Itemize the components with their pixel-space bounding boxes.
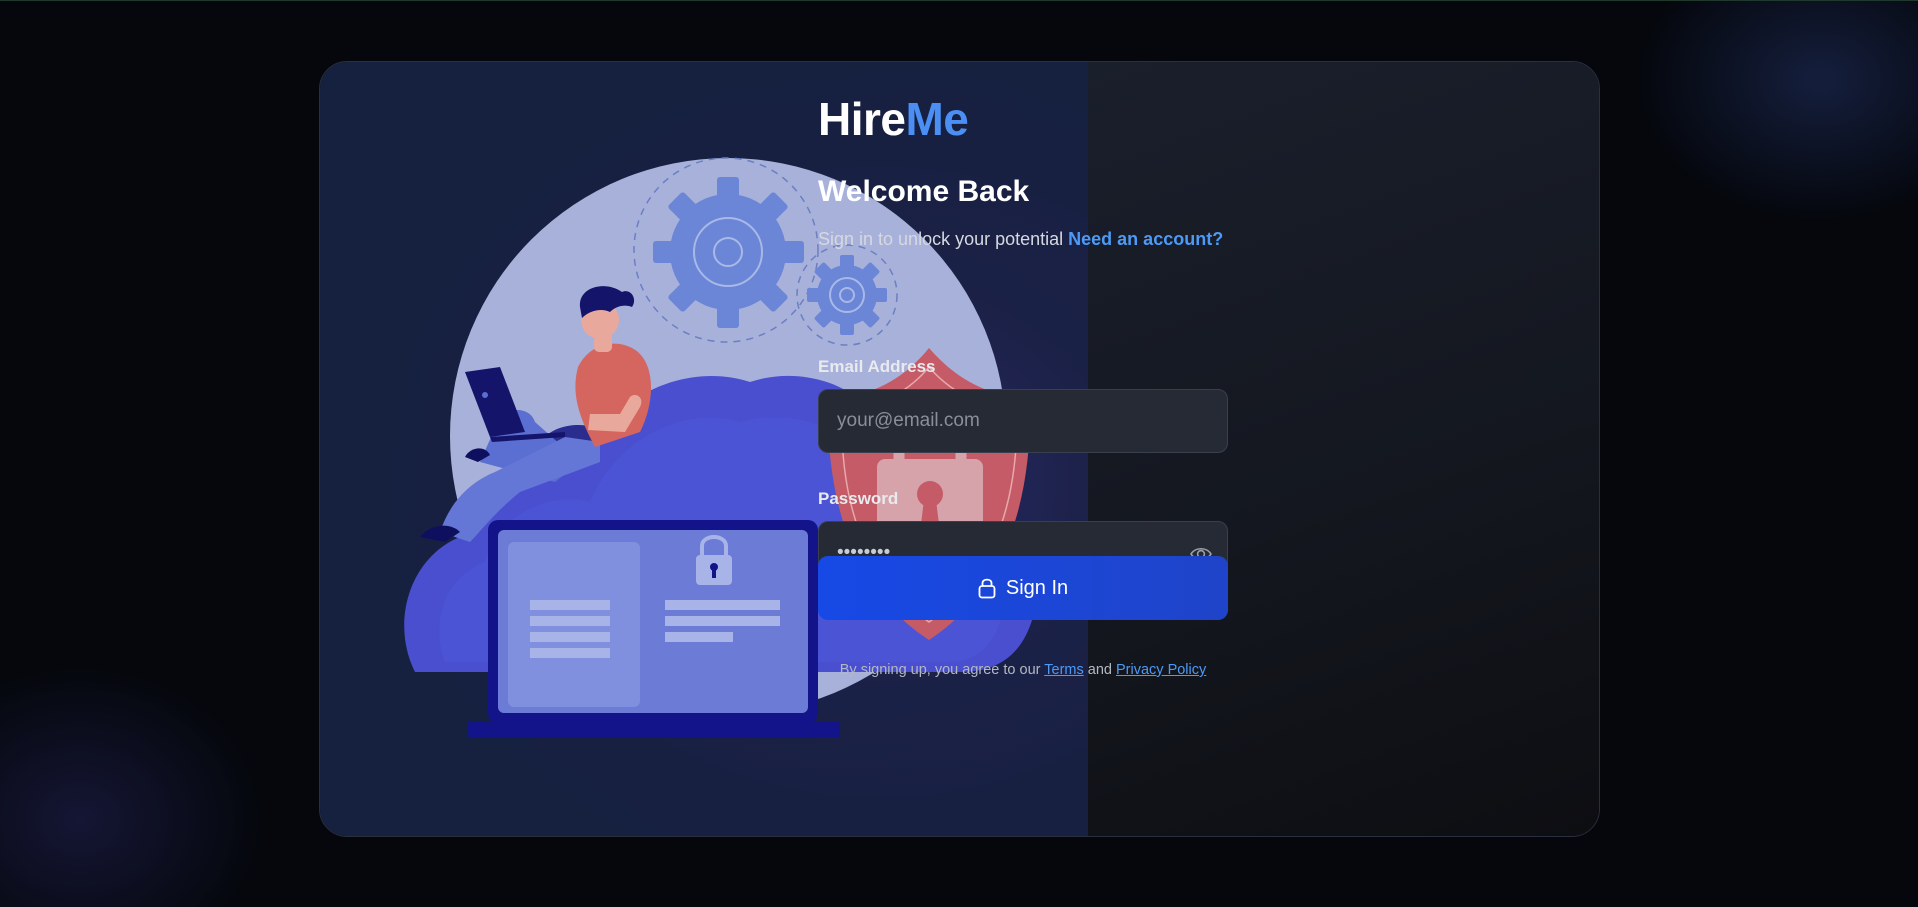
- email-field-container: [818, 389, 1228, 453]
- sign-in-button[interactable]: Sign In: [818, 556, 1228, 620]
- legal-notice: By signing up, you agree to our Terms an…: [818, 662, 1228, 678]
- register-link[interactable]: Need an account?: [1068, 229, 1223, 249]
- legal-and: and: [1087, 662, 1112, 678]
- brand-name-part1: Hire: [818, 93, 906, 145]
- email-label: Email Address: [818, 357, 936, 376]
- email-field[interactable]: [819, 390, 1227, 452]
- subtitle-text: Sign in to unlock your potential: [818, 229, 1064, 249]
- lock-icon: [978, 578, 996, 599]
- gear-small-icon: [807, 255, 887, 335]
- brand-name-part2: Me: [905, 93, 969, 145]
- brand-logo: HireMe: [818, 92, 969, 146]
- laptop-icon: [468, 520, 840, 738]
- top-border-line: [0, 0, 1918, 1]
- subtitle: Sign in to unlock your potential Need an …: [818, 229, 1223, 250]
- privacy-policy-link[interactable]: Privacy Policy: [1116, 662, 1206, 678]
- legal-prefix: By signing up, you agree to our: [839, 662, 1041, 678]
- password-label: Password: [818, 489, 899, 508]
- terms-link[interactable]: Terms: [1044, 662, 1083, 678]
- sign-in-label: Sign In: [1005, 576, 1069, 599]
- page-title: Welcome Back: [818, 175, 1030, 208]
